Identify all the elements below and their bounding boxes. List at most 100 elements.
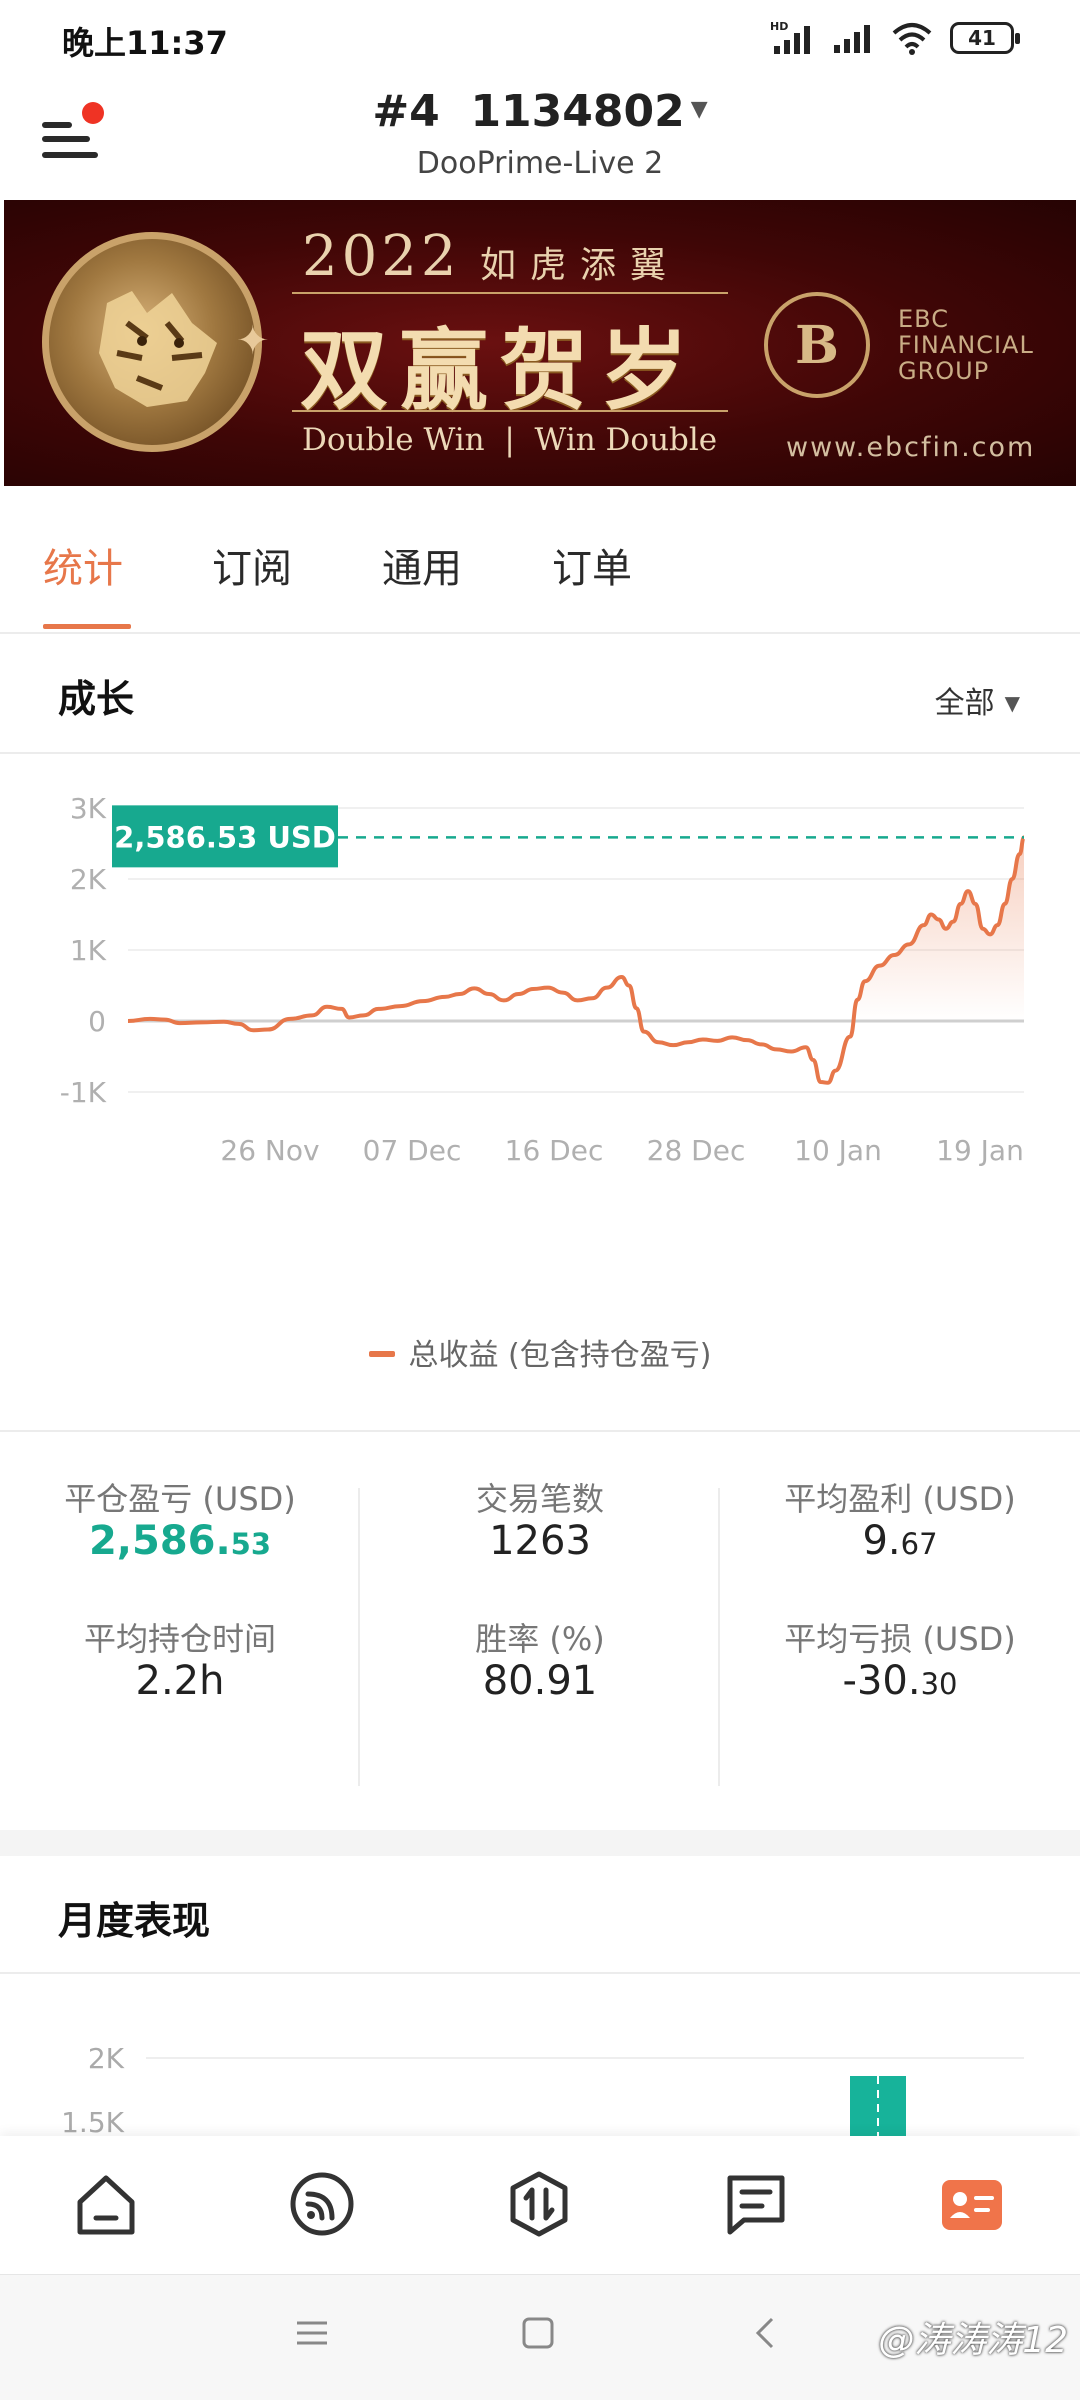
x-tick-label: 10 Jan [794, 1134, 882, 1167]
y-tick-label: 3K [70, 792, 107, 825]
system-nav-bar: @涛涛涛12 [0, 2274, 1080, 2400]
section-separator [0, 1830, 1080, 1856]
stat-column-1: 平仓盈亏 (USD) 2,586.53 平均持仓时间 2.2h [0, 1474, 360, 1754]
series-area [857, 837, 1024, 1021]
x-tick-label: 07 Dec [363, 1134, 462, 1167]
trade-icon[interactable] [505, 2170, 573, 2238]
value-decimal: 30 [920, 1667, 958, 1701]
period-filter-dropdown[interactable]: 全部 ▼ [935, 678, 1020, 722]
stat-column-2: 交易笔数 1263 胜率 (%) 80.91 [360, 1474, 720, 1754]
status-icons: HD 41 [770, 20, 1020, 56]
monthly-tick-2k: 2K [88, 2042, 125, 2075]
stat-label-avg-loss: 平均亏损 (USD) [784, 1620, 1016, 1658]
svg-text:HD: HD [770, 20, 788, 33]
legend-label: 总收益 (包含持仓盈亏) [408, 1338, 712, 1373]
account-prefix: #4 [372, 86, 440, 137]
status-bar: 晚上11:37 HD 41 [0, 0, 1080, 80]
growth-chart[interactable]: 3K 2K 1K 0 -1K 26 Nov 07 Dec 16 Dec 28 Dec 10 Jan… [0, 756, 1080, 1316]
home-nav-icon[interactable] [520, 2315, 556, 2351]
monthly-title: 月度表现 [58, 1899, 211, 1943]
home-icon[interactable] [72, 2170, 140, 2238]
banner-english: Double Win | Win Double [302, 422, 718, 458]
banner-year: 2022 [302, 224, 461, 289]
banner-divider [292, 292, 728, 294]
banner-url: www.ebcfin.com [786, 432, 1036, 463]
monthly-chart[interactable]: 2K 1.5K [0, 1976, 1080, 2136]
cellular-signal-icon-2 [834, 25, 870, 53]
banner-motto: 如虎添翼 [480, 245, 681, 286]
brand-line: EBC [898, 305, 949, 333]
status-time: 晚上11:37 [62, 24, 228, 62]
stat-label-trade-count: 交易笔数 [475, 1480, 604, 1518]
monthly-chart-svg: 2K 1.5K [61, 2042, 1024, 2136]
server-name: DooPrime-Live 2 [416, 146, 664, 181]
account-card-icon[interactable] [938, 2170, 1006, 2238]
value-main: 2.2h [135, 1658, 225, 1704]
active-tab-indicator [43, 624, 131, 629]
value-main: -30. [842, 1658, 921, 1704]
account-selector[interactable]: #4 1134802 ▼ [0, 86, 1080, 137]
cellular-signal-icon: HD [770, 20, 810, 54]
value-decimal: 53 [230, 1527, 272, 1561]
dropdown-caret-icon: ▼ [690, 97, 708, 122]
growth-title: 成长 [58, 677, 135, 721]
banner-divider [292, 410, 728, 412]
x-tick-label: 19 Jan [936, 1134, 1024, 1167]
stat-label-avg-profit: 平均盈利 (USD) [784, 1480, 1016, 1518]
current-value-label: 2,586.53 USD [114, 820, 336, 854]
tab-general[interactable]: 通用 [382, 536, 462, 594]
promo-banner[interactable]: ✦ 2022 如虎添翼 双赢贺岁 Double Win | Win Double… [4, 200, 1076, 486]
stat-value-avg-profit: 9.67 [720, 1518, 1080, 1574]
ebc-brand-text: EBC FINANCIAL GROUP [898, 306, 1034, 384]
tiger-icon [99, 291, 217, 407]
y-tick-label: 1K [70, 934, 107, 967]
sparkle-icon: ✦ [236, 318, 270, 364]
statistics-grid: 平仓盈亏 (USD) 2,586.53 平均持仓时间 2.2h 交易笔数 126… [0, 1434, 1080, 1830]
tab-subscriptions[interactable]: 订阅 [212, 536, 292, 594]
stat-value-trade-count: 1263 [360, 1518, 720, 1574]
legend-swatch [368, 1351, 395, 1357]
value-main: 1263 [489, 1518, 591, 1564]
tab-orders[interactable]: 订单 [552, 536, 632, 594]
orders-icon[interactable] [722, 2170, 790, 2238]
growth-chart-panel: 3K 2K 1K 0 -1K 26 Nov 07 Dec 16 Dec 28 Dec 10 Jan… [0, 756, 1080, 1432]
tab-statistics[interactable]: 统计 [43, 536, 123, 594]
account-number: 1134802 [470, 86, 685, 137]
value-decimal: 67 [900, 1527, 938, 1561]
stat-value-avg-hold: 2.2h [0, 1658, 360, 1714]
stat-column-3: 平均盈利 (USD) 9.67 平均亏损 (USD) -30.30 [720, 1474, 1080, 1754]
x-tick-label: 16 Dec [505, 1134, 604, 1167]
brand-line: GROUP [898, 357, 990, 385]
back-icon[interactable] [748, 2315, 784, 2351]
recents-icon[interactable] [294, 2315, 330, 2351]
monthly-header: 月度表现 [0, 1856, 1080, 1974]
chevron-down-icon: ▼ [1004, 691, 1020, 715]
x-tick-label: 26 Nov [220, 1134, 319, 1167]
bottom-nav [0, 2136, 1080, 2274]
series-line [127, 835, 1026, 1085]
brand-line: FINANCIAL [898, 331, 1034, 359]
value-main: 9. [862, 1518, 901, 1564]
chart-legend[interactable]: 总收益 (包含持仓盈亏) [0, 1330, 1080, 1374]
stat-label-avg-hold: 平均持仓时间 [83, 1620, 276, 1658]
ebc-logo-icon: B [764, 292, 870, 398]
period-filter-value: 全部 [934, 686, 995, 721]
value-main: 2,586. [88, 1518, 231, 1564]
section-tabs: 统计 订阅 通用 订单 [0, 486, 1080, 634]
battery-icon: 41 [950, 22, 1020, 54]
wifi-icon [892, 23, 932, 55]
y-tick-label: 2K [70, 863, 107, 896]
app-header: #4 1134802 ▼ DooPrime-Live 2 [0, 80, 1080, 198]
monthly-tick-1-5k: 1.5K [61, 2106, 125, 2136]
growth-header: 成长 全部 ▼ [0, 638, 1080, 754]
tiger-emblem [42, 232, 262, 452]
stat-value-closed-pnl: 2,586.53 [0, 1518, 360, 1574]
watermark-text: @涛涛涛12 [878, 2320, 1068, 2361]
stat-label-win-rate: 胜率 (%) [475, 1620, 605, 1658]
x-tick-label: 28 Dec [647, 1134, 746, 1167]
stat-label-closed-pnl: 平仓盈亏 (USD) [64, 1480, 296, 1518]
value-main: 80.91 [482, 1658, 598, 1704]
feed-icon[interactable] [288, 2170, 356, 2238]
y-tick-label: -1K [60, 1076, 107, 1109]
y-tick-label: 0 [88, 1005, 106, 1038]
